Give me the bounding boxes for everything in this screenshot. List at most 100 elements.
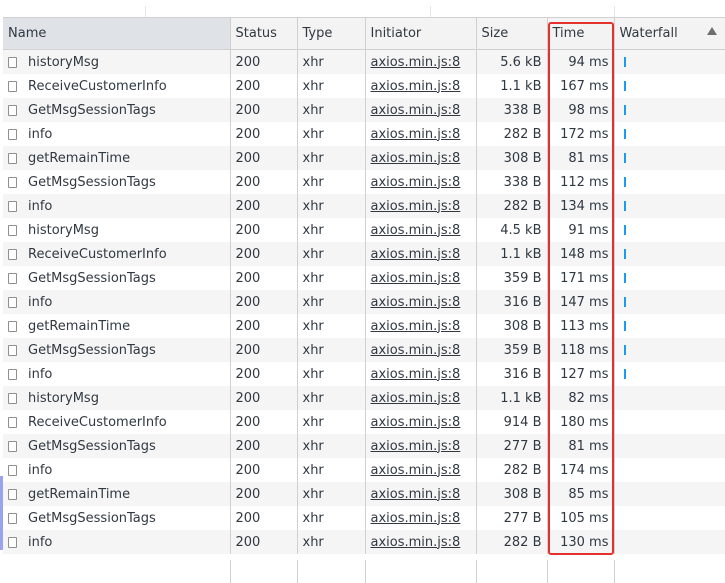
table-row[interactable]: info 200 xhr axios.min.js:8 316 B 127 ms: [3, 362, 725, 386]
waterfall-timing-bar[interactable]: [623, 128, 626, 139]
waterfall-timing-bar[interactable]: [623, 152, 626, 163]
column-header-waterfall[interactable]: Waterfall: [614, 17, 725, 50]
request-name-cell[interactable]: historyMsg: [3, 49, 231, 74]
table-row[interactable]: ReceiveCustomerInfo 200 xhr axios.min.js:8 1…: [3, 242, 725, 266]
waterfall-timing-bar[interactable]: [623, 344, 626, 355]
sort-ascending-icon[interactable]: [706, 27, 717, 35]
table-row[interactable]: info 200 xhr axios.min.js:8 316 B 147 ms: [3, 290, 725, 314]
request-name-cell[interactable]: GetMsgSessionTags: [3, 170, 231, 194]
table-row[interactable]: historyMsg 200 xhr axios.min.js:8 4.5 kB 91 m…: [3, 218, 725, 242]
table-row[interactable]: GetMsgSessionTags 200 xhr axios.min.js:8 359…: [3, 266, 725, 290]
table-row[interactable]: ReceiveCustomerInfo 200 xhr axios.min.js:8 1…: [3, 74, 725, 98]
table-row[interactable]: GetMsgSessionTags 200 xhr axios.min.js:8 338…: [3, 98, 725, 122]
request-name-cell[interactable]: info: [3, 530, 231, 554]
initiator-link[interactable]: axios.min.js:8: [371, 151, 461, 166]
request-name-cell[interactable]: ReceiveCustomerInfo: [3, 74, 231, 98]
document-file-icon: [8, 176, 17, 188]
waterfall-timing-bar[interactable]: [623, 200, 626, 211]
column-header-status[interactable]: Status: [230, 17, 298, 50]
request-name-cell[interactable]: historyMsg: [3, 386, 231, 410]
request-name-cell[interactable]: GetMsgSessionTags: [3, 98, 231, 122]
request-name-cell[interactable]: info: [3, 362, 231, 386]
size-cell: 308 B: [476, 482, 548, 506]
waterfall-cell: [614, 146, 725, 170]
request-name-cell[interactable]: getRemainTime: [3, 314, 231, 338]
table-row[interactable]: GetMsgSessionTags 200 xhr axios.min.js:8 359…: [3, 338, 725, 362]
table-row[interactable]: ReceiveCustomerInfo 200 xhr axios.min.js:8 9…: [3, 410, 725, 434]
initiator-link[interactable]: axios.min.js:8: [371, 367, 461, 382]
request-name-cell[interactable]: info: [3, 122, 231, 146]
size-cell: 338 B: [476, 170, 548, 194]
request-name-cell[interactable]: info: [3, 458, 231, 482]
initiator-link[interactable]: axios.min.js:8: [371, 439, 461, 454]
size-cell: 316 B: [476, 362, 548, 386]
time-cell: 81 ms: [547, 146, 615, 170]
table-row[interactable]: info 200 xhr axios.min.js:8 282 B 174 ms: [3, 458, 725, 482]
initiator-link[interactable]: axios.min.js:8: [371, 415, 461, 430]
table-row[interactable]: getRemainTime 200 xhr axios.min.js:8 308 B 11…: [3, 314, 725, 338]
table-row[interactable]: GetMsgSessionTags 200 xhr axios.min.js:8 338…: [3, 170, 725, 194]
waterfall-timing-bar[interactable]: [623, 368, 626, 379]
request-name-cell[interactable]: GetMsgSessionTags: [3, 266, 231, 290]
waterfall-timing-bar[interactable]: [623, 80, 626, 91]
initiator-link[interactable]: axios.min.js:8: [371, 199, 461, 214]
column-header-time[interactable]: Time: [547, 17, 615, 50]
initiator-link[interactable]: axios.min.js:8: [371, 127, 461, 142]
waterfall-timing-bar[interactable]: [623, 104, 626, 115]
waterfall-cell: [614, 98, 725, 122]
initiator-link[interactable]: axios.min.js:8: [371, 487, 461, 502]
waterfall-timing-bar[interactable]: [623, 320, 626, 331]
initiator-link[interactable]: axios.min.js:8: [371, 295, 461, 310]
request-name: GetMsgSessionTags: [28, 510, 156, 526]
type-cell: xhr: [297, 434, 366, 458]
document-file-icon: [8, 464, 17, 476]
initiator-link[interactable]: axios.min.js:8: [371, 511, 461, 526]
waterfall-cell: [614, 434, 725, 458]
time-cell: 167 ms: [547, 74, 615, 98]
table-row[interactable]: historyMsg 200 xhr axios.min.js:8 5.6 kB 94 m…: [3, 49, 725, 74]
table-row[interactable]: getRemainTime 200 xhr axios.min.js:8 308 B 81…: [3, 146, 725, 170]
waterfall-timing-bar[interactable]: [623, 296, 626, 307]
request-name-cell[interactable]: info: [3, 194, 231, 218]
initiator-link[interactable]: axios.min.js:8: [371, 343, 461, 358]
request-name-cell[interactable]: GetMsgSessionTags: [3, 506, 231, 530]
request-name-cell[interactable]: ReceiveCustomerInfo: [3, 242, 231, 266]
table-row[interactable]: GetMsgSessionTags 200 xhr axios.min.js:8 277…: [3, 434, 725, 458]
table-row[interactable]: info 200 xhr axios.min.js:8 282 B 130 ms: [3, 530, 725, 554]
request-name-cell[interactable]: GetMsgSessionTags: [3, 338, 231, 362]
initiator-link[interactable]: axios.min.js:8: [371, 103, 461, 118]
request-name-cell[interactable]: GetMsgSessionTags: [3, 434, 231, 458]
waterfall-timing-bar[interactable]: [623, 272, 626, 283]
initiator-link[interactable]: axios.min.js:8: [371, 175, 461, 190]
column-header-size[interactable]: Size: [476, 17, 548, 50]
request-name-cell[interactable]: info: [3, 290, 231, 314]
initiator-link[interactable]: axios.min.js:8: [371, 247, 461, 262]
size-cell: 338 B: [476, 98, 548, 122]
table-row[interactable]: info 200 xhr axios.min.js:8 282 B 134 ms: [3, 194, 725, 218]
request-name-cell[interactable]: historyMsg: [3, 218, 231, 242]
initiator-link[interactable]: axios.min.js:8: [371, 463, 461, 478]
initiator-link[interactable]: axios.min.js:8: [371, 223, 461, 238]
waterfall-timing-bar[interactable]: [623, 176, 626, 187]
waterfall-timing-bar[interactable]: [623, 248, 626, 259]
table-row[interactable]: GetMsgSessionTags 200 xhr axios.min.js:8 277…: [3, 506, 725, 530]
initiator-link[interactable]: axios.min.js:8: [371, 271, 461, 286]
request-name-cell[interactable]: getRemainTime: [3, 482, 231, 506]
table-row[interactable]: getRemainTime 200 xhr axios.min.js:8 308 B 85…: [3, 482, 725, 506]
column-header-type[interactable]: Type: [297, 17, 366, 50]
initiator-link[interactable]: axios.min.js:8: [371, 79, 461, 94]
table-row[interactable]: historyMsg 200 xhr axios.min.js:8 1.1 kB 82 m…: [3, 386, 725, 410]
initiator-link[interactable]: axios.min.js:8: [371, 535, 461, 550]
column-header-name[interactable]: Name: [3, 17, 231, 50]
type-cell: xhr: [297, 386, 366, 410]
initiator-link[interactable]: axios.min.js:8: [371, 319, 461, 334]
request-name-cell[interactable]: ReceiveCustomerInfo: [3, 410, 231, 434]
column-header-initiator[interactable]: Initiator: [365, 17, 477, 50]
waterfall-timing-bar[interactable]: [623, 224, 626, 235]
waterfall-timing-bar[interactable]: [623, 56, 626, 67]
initiator-link[interactable]: axios.min.js:8: [371, 55, 461, 70]
time-cell: 148 ms: [547, 242, 615, 266]
request-name-cell[interactable]: getRemainTime: [3, 146, 231, 170]
initiator-link[interactable]: axios.min.js:8: [371, 391, 461, 406]
table-row[interactable]: info 200 xhr axios.min.js:8 282 B 172 ms: [3, 122, 725, 146]
